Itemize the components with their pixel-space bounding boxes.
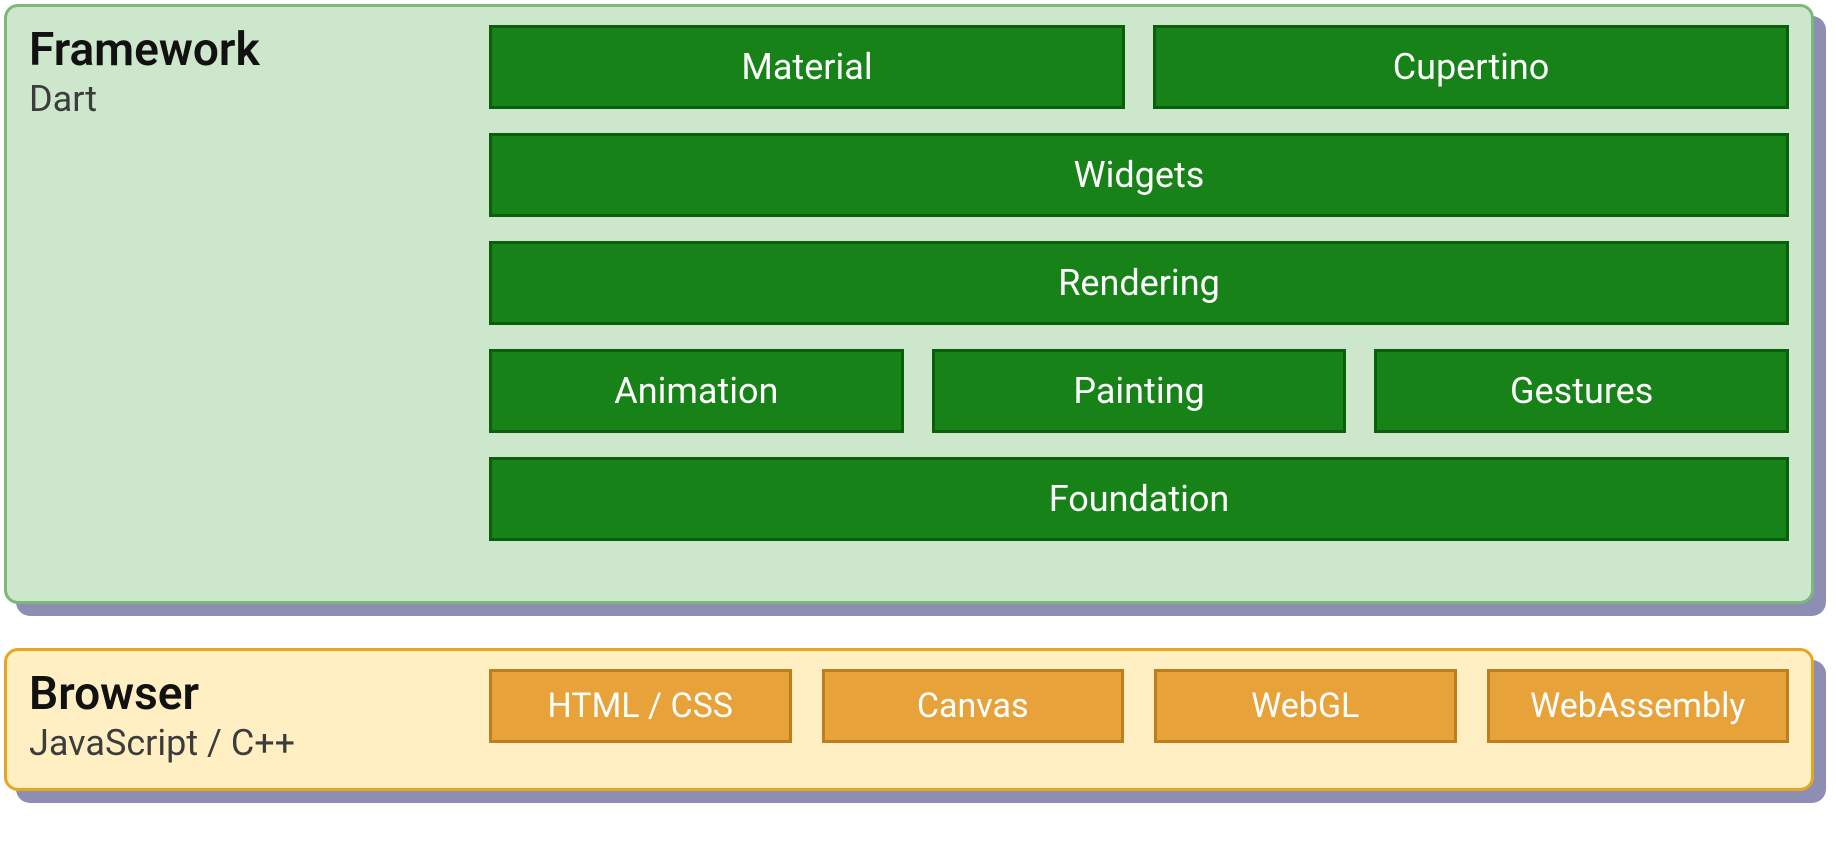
block-painting: Painting xyxy=(932,349,1347,433)
block-webassembly: WebAssembly xyxy=(1487,669,1790,743)
framework-subtitle: Dart xyxy=(29,78,97,120)
block-animation: Animation xyxy=(489,349,904,433)
framework-row-2: Rendering xyxy=(489,241,1789,325)
browser-content: HTML / CSS Canvas WebGL WebAssembly xyxy=(489,669,1789,764)
framework-row-1: Widgets xyxy=(489,133,1789,217)
block-cupertino: Cupertino xyxy=(1153,25,1789,109)
framework-section: Framework Dart Material Cupertino Widget… xyxy=(4,4,1814,604)
framework-content: Material Cupertino Widgets Rendering Ani… xyxy=(489,25,1789,571)
block-webgl: WebGL xyxy=(1154,669,1457,743)
architecture-diagram: Framework Dart Material Cupertino Widget… xyxy=(4,4,1814,791)
browser-label: Browser JavaScript / C++ xyxy=(29,669,489,764)
block-material: Material xyxy=(489,25,1125,109)
browser-section: Browser JavaScript / C++ HTML / CSS Canv… xyxy=(4,648,1814,791)
browser-subtitle: JavaScript / C++ xyxy=(29,722,295,764)
framework-label: Framework Dart xyxy=(29,25,489,571)
block-gestures: Gestures xyxy=(1374,349,1789,433)
block-foundation: Foundation xyxy=(489,457,1789,541)
block-widgets: Widgets xyxy=(489,133,1789,217)
block-rendering: Rendering xyxy=(489,241,1789,325)
block-html-css: HTML / CSS xyxy=(489,669,792,743)
framework-title: Framework xyxy=(29,25,260,76)
browser-row-0: HTML / CSS Canvas WebGL WebAssembly xyxy=(489,669,1789,743)
framework-row-3: Animation Painting Gestures xyxy=(489,349,1789,433)
browser-title: Browser xyxy=(29,669,199,720)
block-canvas: Canvas xyxy=(822,669,1125,743)
framework-row-4: Foundation xyxy=(489,457,1789,541)
framework-row-0: Material Cupertino xyxy=(489,25,1789,109)
